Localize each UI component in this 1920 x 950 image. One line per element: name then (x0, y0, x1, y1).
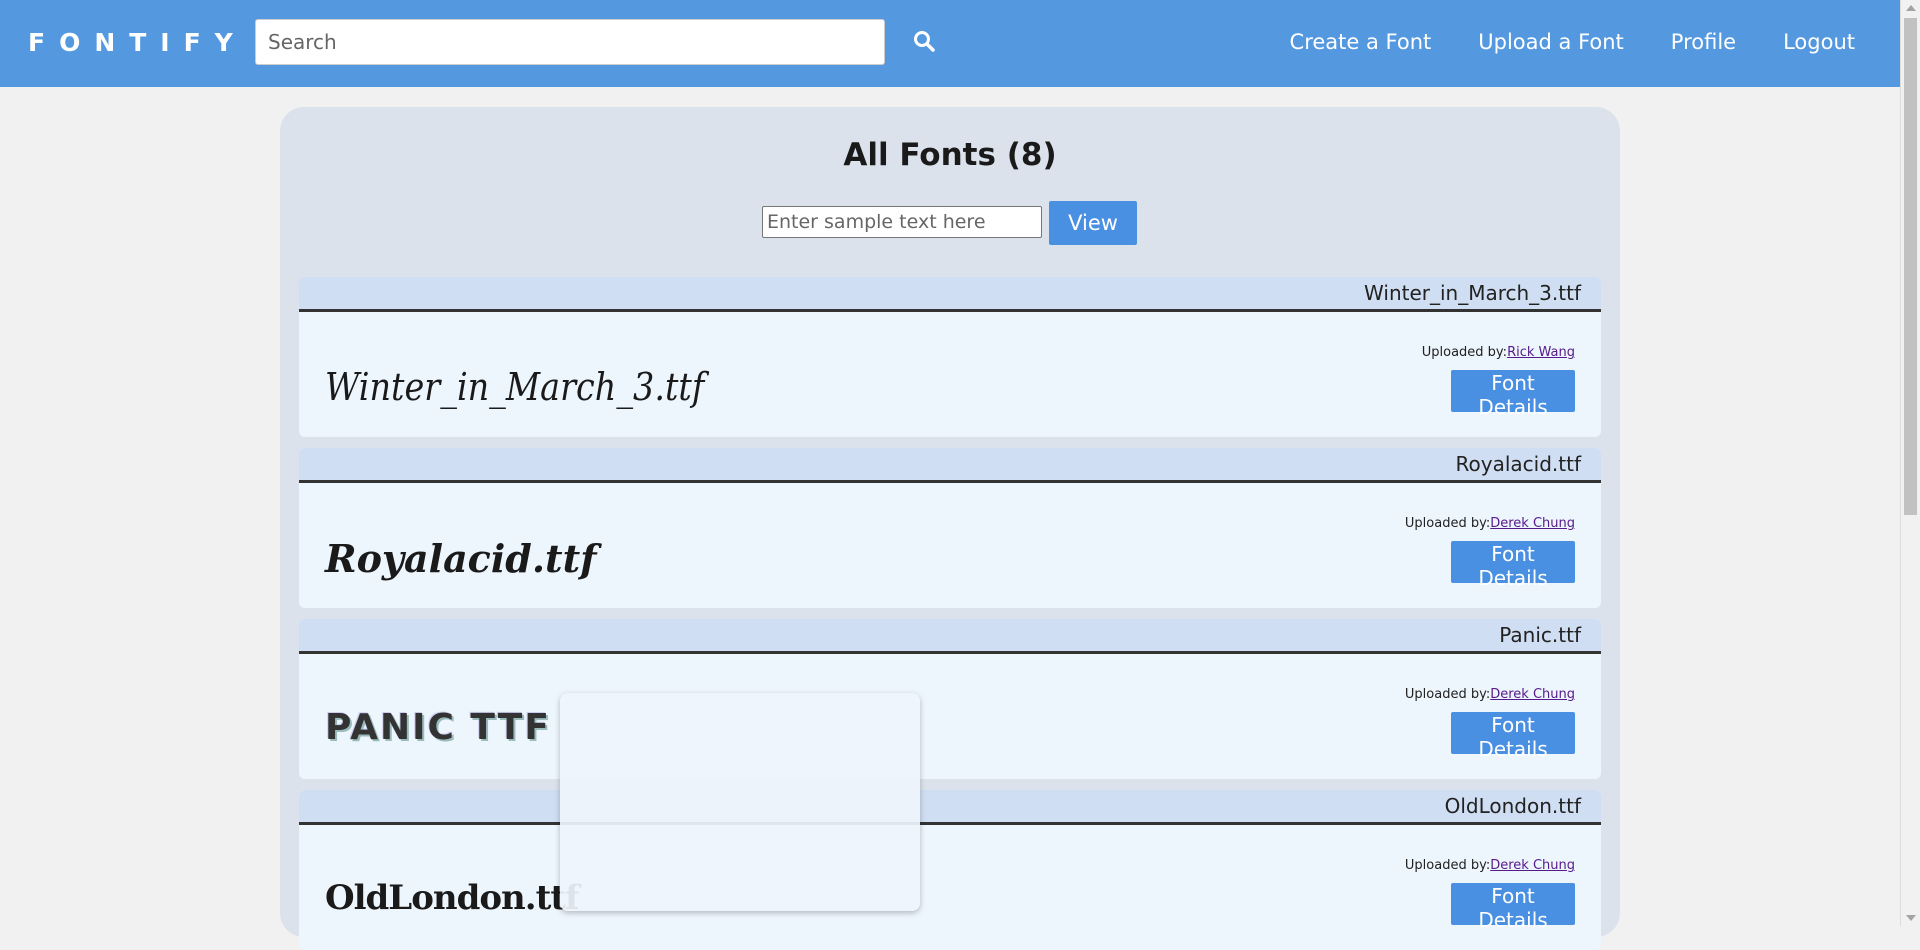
scroll-down-arrow-icon[interactable] (1906, 915, 1916, 921)
uploader-link[interactable]: Derek Chung (1490, 687, 1575, 702)
fonts-panel: All Fonts (8) View Winter_in_March_3.ttf… (280, 107, 1620, 950)
brand-logo[interactable]: FONTIFY (28, 28, 247, 57)
uploaded-by: Uploaded by:Derek Chung (1405, 858, 1575, 873)
nav-upload-font[interactable]: Upload a Font (1478, 30, 1624, 54)
uploaded-by-label: Uploaded by: (1404, 516, 1491, 531)
uploaded-by: Uploaded by:Rick Wang (1422, 345, 1575, 360)
uploaded-by-label: Uploaded by: (1404, 687, 1491, 702)
scroll-up-arrow-icon[interactable] (1906, 5, 1916, 11)
font-card-header: OldLondon.ttf (299, 790, 1601, 825)
font-filename: OldLondon.ttf (1444, 794, 1581, 818)
font-card: Panic.ttf PANIC TTF Uploaded by:Derek Ch… (299, 619, 1601, 779)
font-card-header: Royalacid.ttf (299, 448, 1601, 483)
uploader-link[interactable]: Derek Chung (1490, 858, 1575, 873)
top-navbar: FONTIFY Create a Font Upload a Font Prof… (0, 0, 1900, 87)
font-card-header: Panic.ttf (299, 619, 1601, 654)
floating-popup (560, 693, 920, 911)
font-details-button[interactable]: Font Details (1451, 370, 1575, 419)
uploaded-by: Uploaded by:Derek Chung (1405, 687, 1575, 702)
nav-links: Create a Font Upload a Font Profile Logo… (1290, 30, 1855, 54)
sample-text-input[interactable] (762, 206, 1042, 238)
font-preview: Royalacid.ttf (325, 536, 597, 581)
font-card-header: Winter_in_March_3.ttf (299, 277, 1601, 312)
font-details-button[interactable]: Font Details (1451, 712, 1575, 761)
scroll-thumb[interactable] (1904, 18, 1917, 515)
font-filename: Royalacid.ttf (1455, 452, 1581, 476)
search-input[interactable] (255, 19, 885, 65)
font-card: OldLondon.ttf OldLondon.ttf Uploaded by:… (299, 790, 1601, 950)
font-preview: PANIC TTF (325, 707, 551, 748)
page-title: All Fonts (8) (843, 137, 1057, 173)
search-button[interactable] (908, 26, 940, 58)
font-filename: Winter_in_March_3.ttf (1364, 281, 1581, 305)
view-button[interactable]: View (1049, 201, 1137, 245)
nav-profile[interactable]: Profile (1671, 30, 1736, 54)
uploader-link[interactable]: Derek Chung (1490, 516, 1575, 531)
font-details-button[interactable]: Font Details (1451, 883, 1575, 932)
font-preview: Winter_in_March_3.ttf (325, 365, 705, 409)
font-filename: Panic.ttf (1499, 623, 1581, 647)
font-details-button[interactable]: Font Details (1451, 541, 1575, 590)
uploader-link[interactable]: Rick Wang (1507, 345, 1575, 360)
page-scrollbar[interactable] (1900, 0, 1920, 926)
uploaded-by: Uploaded by:Derek Chung (1405, 516, 1575, 531)
font-card: Winter_in_March_3.ttf Winter_in_March_3.… (299, 277, 1601, 437)
nav-logout[interactable]: Logout (1783, 30, 1855, 54)
uploaded-by-label: Uploaded by: (1421, 345, 1508, 360)
font-preview: OldLondon.ttf (325, 878, 580, 918)
uploaded-by-label: Uploaded by: (1404, 858, 1491, 873)
search-icon (914, 30, 935, 52)
font-card: Royalacid.ttf Royalacid.ttf Uploaded by:… (299, 448, 1601, 608)
nav-create-font[interactable]: Create a Font (1290, 30, 1432, 54)
